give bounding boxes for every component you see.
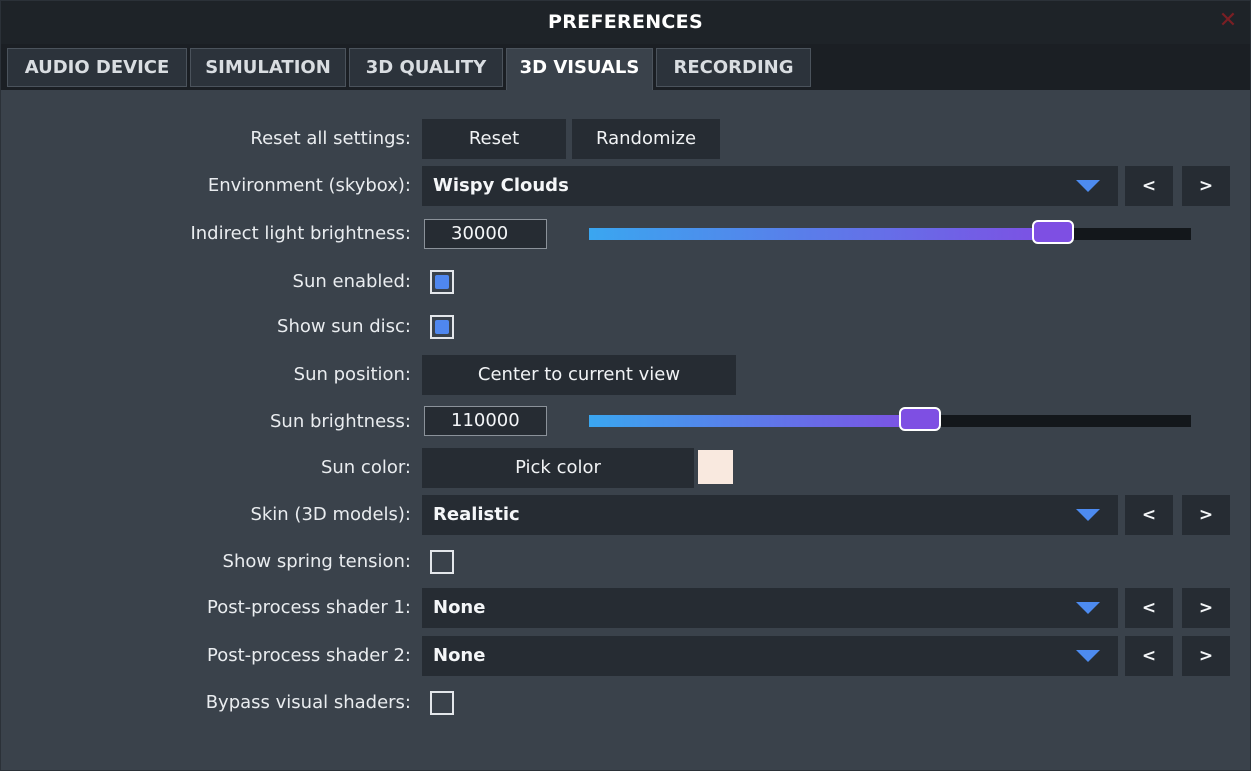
environment-dropdown[interactable]: Wispy Clouds: [422, 166, 1118, 206]
environment-value: Wispy Clouds: [433, 175, 569, 196]
sun-brightness-slider-fill: [589, 415, 920, 427]
sun-brightness-slider[interactable]: [589, 407, 1191, 431]
bypass-shaders-label: Bypass visual shaders:: [205, 692, 411, 713]
reset-settings-label: Reset all settings:: [250, 128, 411, 149]
shader2-value: None: [433, 645, 486, 666]
close-icon[interactable]: ✕: [1216, 9, 1240, 33]
shader1-prev-button[interactable]: <: [1125, 588, 1173, 628]
indirect-light-label: Indirect light brightness:: [190, 223, 411, 244]
shader1-label: Post-process shader 1:: [206, 597, 411, 618]
center-to-view-button[interactable]: Center to current view: [422, 355, 736, 395]
environment-label: Environment (skybox):: [207, 175, 411, 196]
chevron-down-icon[interactable]: [1076, 650, 1100, 662]
preferences-window: PREFERENCES ✕ AUDIO DEVICE SIMULATION 3D…: [0, 0, 1251, 771]
sun-enabled-label: Sun enabled:: [292, 271, 411, 292]
chevron-down-icon[interactable]: [1076, 509, 1100, 521]
chevron-down-icon[interactable]: [1076, 180, 1100, 192]
sun-color-label: Sun color:: [320, 457, 411, 478]
shader2-dropdown[interactable]: None: [422, 636, 1118, 676]
indirect-light-slider-thumb[interactable]: [1032, 220, 1074, 244]
show-sun-disc-label: Show sun disc:: [277, 316, 411, 337]
show-sun-disc-checkbox[interactable]: [430, 315, 454, 339]
checkbox-check-mark: [435, 275, 449, 289]
environment-prev-button[interactable]: <: [1125, 166, 1173, 206]
tab-audio-device[interactable]: AUDIO DEVICE: [7, 48, 187, 87]
environment-next-button[interactable]: >: [1182, 166, 1230, 206]
tab-simulation[interactable]: SIMULATION: [190, 48, 346, 87]
bypass-shaders-checkbox[interactable]: [430, 691, 454, 715]
randomize-button[interactable]: Randomize: [572, 119, 720, 159]
sun-brightness-input[interactable]: 110000: [424, 406, 547, 436]
title-bar[interactable]: PREFERENCES ✕: [1, 1, 1250, 44]
skin-label: Skin (3D models):: [250, 504, 411, 525]
sun-enabled-checkbox[interactable]: [430, 270, 454, 294]
sun-position-label: Sun position:: [293, 364, 411, 385]
skin-next-button[interactable]: >: [1182, 495, 1230, 535]
sun-color-swatch[interactable]: [698, 450, 733, 484]
tab-3d-visuals[interactable]: 3D VISUALS: [506, 48, 653, 90]
skin-dropdown[interactable]: Realistic: [422, 495, 1118, 535]
shader2-prev-button[interactable]: <: [1125, 636, 1173, 676]
shader1-value: None: [433, 597, 486, 618]
shader2-next-button[interactable]: >: [1182, 636, 1230, 676]
chevron-down-icon[interactable]: [1076, 602, 1100, 614]
spring-tension-label: Show spring tension:: [222, 551, 411, 572]
pick-color-button[interactable]: Pick color: [422, 448, 694, 488]
indirect-light-input[interactable]: 30000: [424, 219, 547, 249]
checkbox-check-mark: [435, 320, 449, 334]
shader2-label: Post-process shader 2:: [206, 645, 411, 666]
tab-strip: AUDIO DEVICE SIMULATION 3D QUALITY 3D VI…: [1, 44, 1250, 90]
tab-3d-quality[interactable]: 3D QUALITY: [349, 48, 503, 87]
tab-recording[interactable]: RECORDING: [656, 48, 811, 87]
sun-brightness-label: Sun brightness:: [270, 411, 411, 432]
indirect-light-slider-fill: [589, 228, 1053, 240]
skin-prev-button[interactable]: <: [1125, 495, 1173, 535]
shader1-dropdown[interactable]: None: [422, 588, 1118, 628]
skin-value: Realistic: [433, 504, 520, 525]
shader1-next-button[interactable]: >: [1182, 588, 1230, 628]
sun-brightness-slider-thumb[interactable]: [899, 407, 941, 431]
reset-button[interactable]: Reset: [422, 119, 566, 159]
window-title: PREFERENCES: [548, 11, 703, 33]
indirect-light-slider[interactable]: [589, 220, 1191, 244]
spring-tension-checkbox[interactable]: [430, 550, 454, 574]
